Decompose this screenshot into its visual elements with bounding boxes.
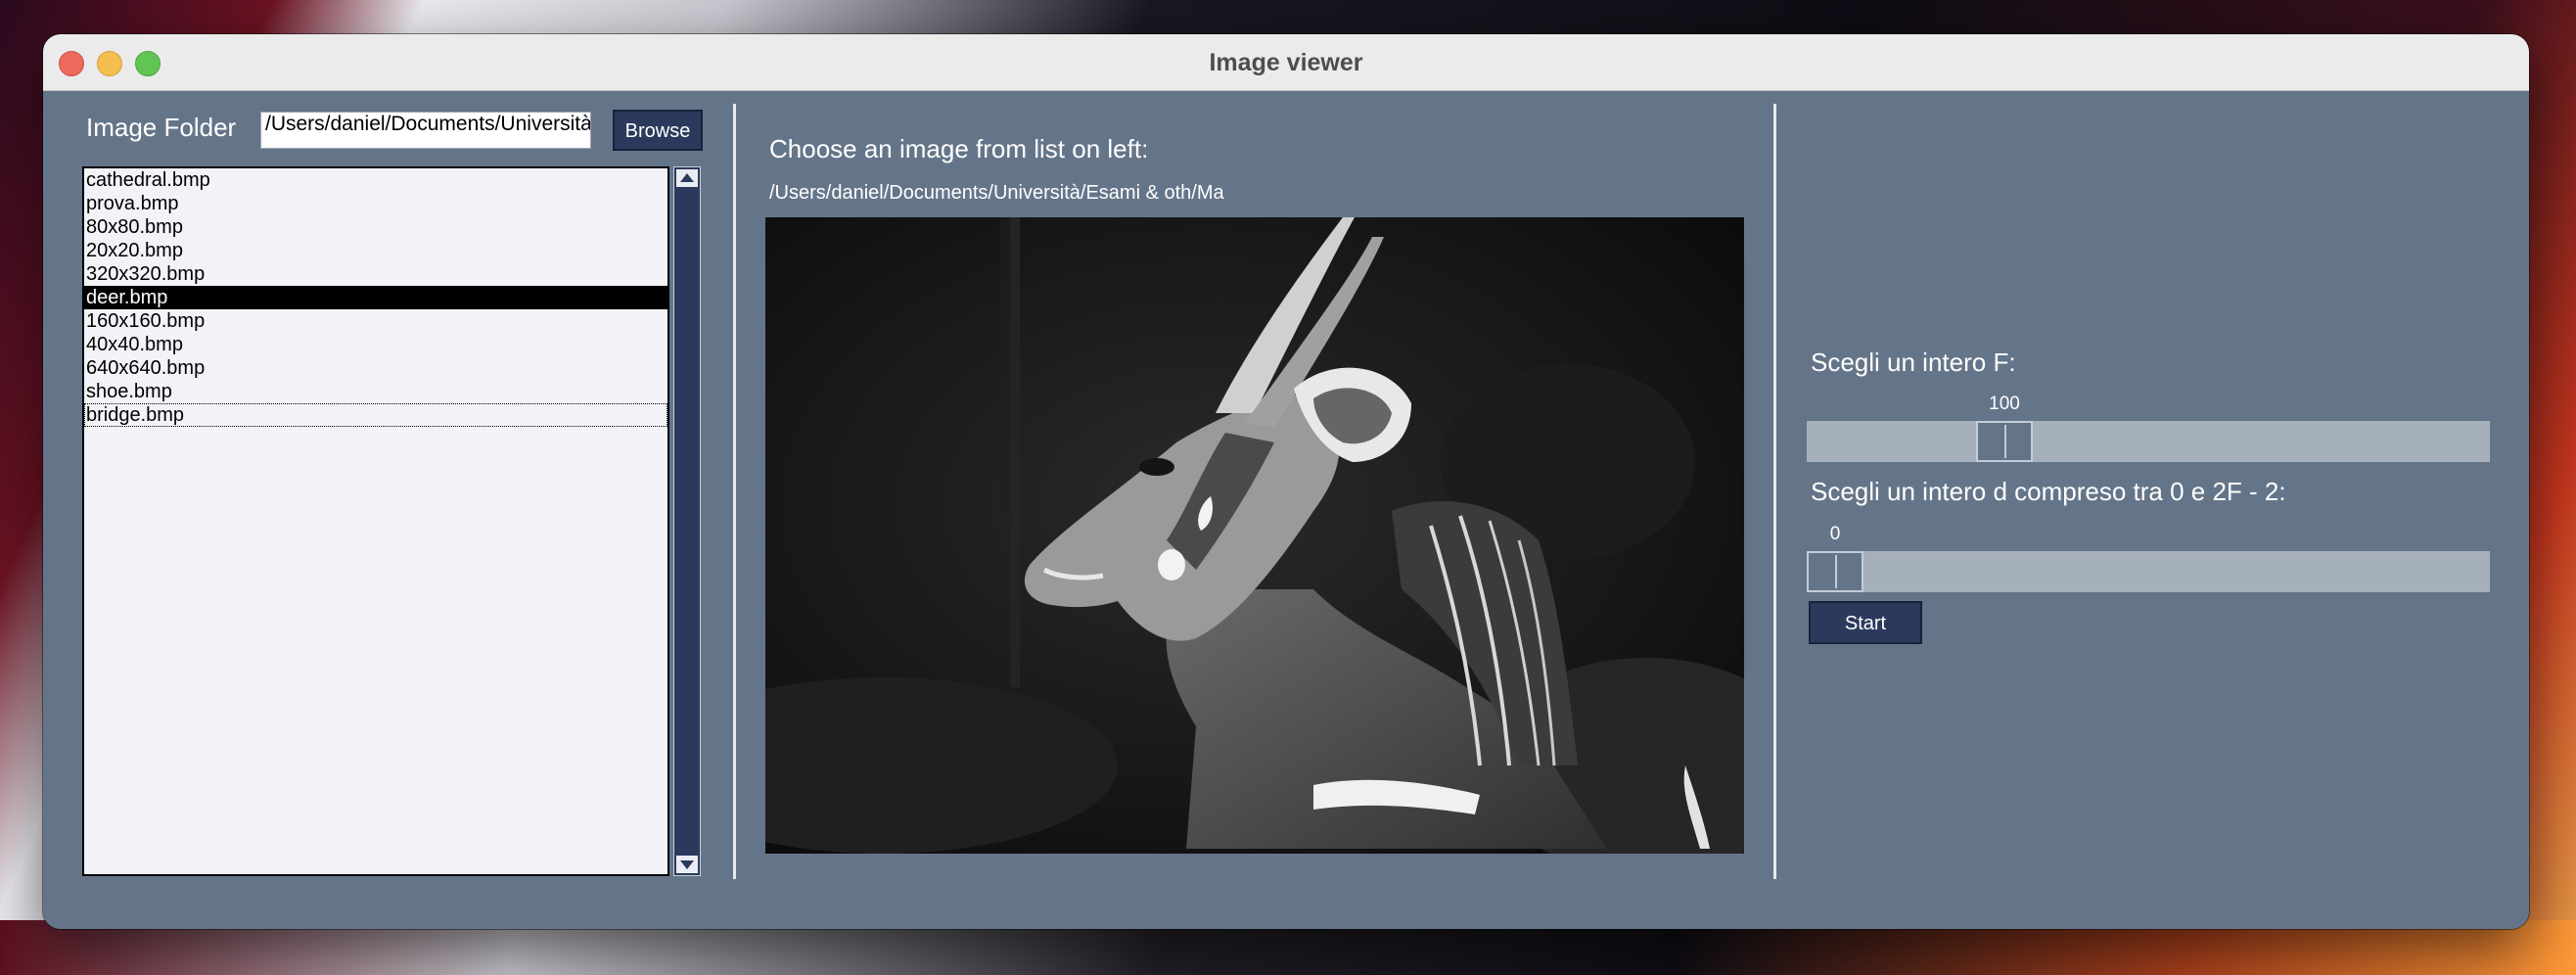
start-button[interactable]: Start	[1809, 601, 1922, 644]
arrow-down-icon	[680, 860, 694, 869]
f-slider-thumb[interactable]	[1976, 421, 2033, 462]
title-bar: Image viewer	[43, 34, 2529, 91]
file-listbox[interactable]: cathedral.bmp prova.bmp 80x80.bmp 20x20.bmp…	[82, 166, 669, 876]
file-list-item[interactable]: prova.bmp	[84, 192, 667, 215]
file-list-item[interactable]: 160x160.bmp	[84, 309, 667, 333]
file-list-item[interactable]: shoe.bmp	[84, 380, 667, 403]
d-slider-value: 0	[1829, 524, 1841, 544]
d-slider-thumb[interactable]	[1807, 551, 1863, 592]
file-list-item[interactable]: 80x80.bmp	[84, 215, 667, 239]
deer-photo	[765, 217, 1744, 854]
d-slider[interactable]	[1807, 551, 2490, 592]
folder-path-input[interactable]: /Users/daniel/Documents/Università/	[260, 112, 591, 149]
image-viewer-window: Image viewer Image Folder /Users/daniel/…	[43, 34, 2529, 929]
scroll-down-button[interactable]	[676, 856, 698, 873]
panel-divider-right	[1773, 104, 1776, 879]
file-list-scrollbar[interactable]	[673, 166, 701, 876]
file-list-item[interactable]: bridge.bmp	[84, 403, 667, 427]
file-list-item[interactable]: 40x40.bmp	[84, 333, 667, 356]
f-slider-value: 100	[1989, 394, 2020, 414]
file-list-item[interactable]: 640x640.bmp	[84, 356, 667, 380]
arrow-up-icon	[680, 173, 694, 182]
image-path-label: /Users/daniel/Documents/Università/Esami…	[769, 182, 1224, 204]
app-content: Image Folder /Users/daniel/Documents/Uni…	[43, 91, 2529, 929]
choose-image-prompt: Choose an image from list on left:	[769, 134, 1149, 163]
browse-button[interactable]: Browse	[613, 110, 703, 151]
file-list-item[interactable]: 320x320.bmp	[84, 262, 667, 286]
image-preview	[765, 217, 1744, 854]
scroll-up-button[interactable]	[676, 169, 698, 187]
file-list-item[interactable]: deer.bmp	[84, 286, 667, 309]
window-title: Image viewer	[1209, 49, 1363, 76]
file-list-item[interactable]: 20x20.bmp	[84, 239, 667, 262]
file-list-item[interactable]: cathedral.bmp	[84, 168, 667, 192]
image-folder-label: Image Folder	[86, 113, 237, 142]
d-parameter-label: Scegli un intero d compreso tra 0 e 2F -…	[1811, 477, 2286, 506]
panel-divider-left	[733, 104, 736, 879]
f-parameter-label: Scegli un intero F:	[1811, 348, 2016, 377]
f-slider[interactable]	[1807, 421, 2490, 462]
